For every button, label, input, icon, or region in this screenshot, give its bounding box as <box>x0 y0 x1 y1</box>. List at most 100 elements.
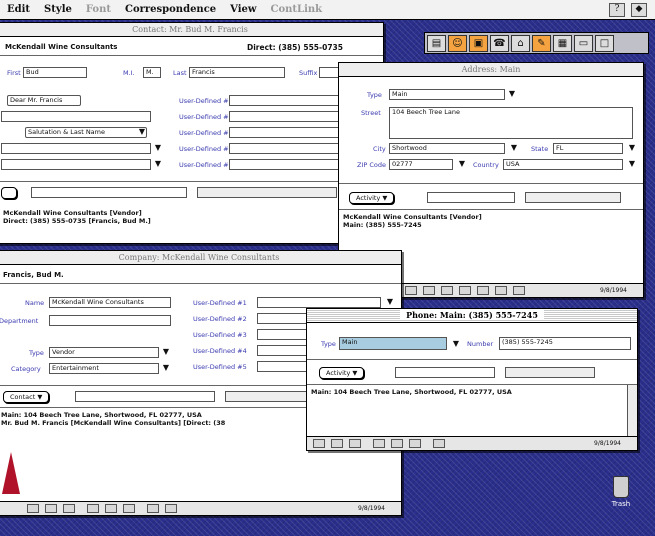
status-icon[interactable] <box>147 504 159 513</box>
status-icon[interactable] <box>409 439 421 448</box>
address-window-titlebar[interactable]: Address: Main <box>339 63 643 77</box>
phone-type-field[interactable]: Main <box>339 337 447 350</box>
trash-icon[interactable]: Trash <box>606 476 636 520</box>
contact-field-b[interactable] <box>1 143 151 154</box>
address-icon[interactable]: ⌂ <box>511 35 530 52</box>
salutation-button[interactable]: Dear Mr. Francis <box>7 95 81 106</box>
menu-contlink[interactable]: ContLink <box>264 4 330 15</box>
chevron-down-icon[interactable]: ▼ <box>627 159 637 169</box>
contact-window-titlebar[interactable]: Contact: Mr. Bud M. Francis <box>0 23 383 37</box>
company-contact-button[interactable]: Contact ▼ <box>3 391 50 403</box>
category-label: Category <box>11 365 41 373</box>
status-icon[interactable] <box>441 286 453 295</box>
status-icon[interactable] <box>513 286 525 295</box>
phone-scrollbar[interactable] <box>627 385 637 436</box>
company-activity-field[interactable] <box>75 391 215 402</box>
status-icon[interactable] <box>27 504 39 513</box>
state-field[interactable]: FL <box>553 143 623 154</box>
department-label: Department <box>0 317 39 325</box>
company-status-bar: 9/8/1994 <box>0 501 401 515</box>
user-defined-3-field[interactable] <box>229 127 349 138</box>
menu-correspondence[interactable]: Correspondence <box>118 4 223 15</box>
menu-font[interactable]: Font <box>79 4 118 15</box>
contact-activity-field[interactable] <box>31 187 187 198</box>
status-icon[interactable] <box>373 439 385 448</box>
phone-number-label: Number <box>467 340 494 348</box>
company-user-defined-1-field[interactable] <box>257 297 381 308</box>
phone-number-field[interactable]: (385) 555-7245 <box>499 337 631 350</box>
country-field[interactable]: USA <box>503 159 623 170</box>
status-icon[interactable] <box>495 286 507 295</box>
company-icon[interactable]: ▣ <box>469 35 488 52</box>
status-icon[interactable] <box>433 439 445 448</box>
status-icon[interactable] <box>63 504 75 513</box>
status-icon[interactable] <box>45 504 57 513</box>
status-icon[interactable] <box>349 439 361 448</box>
user-defined-1-field[interactable] <box>229 95 349 106</box>
phone-icon[interactable]: ☎ <box>490 35 509 52</box>
phone-window-titlebar[interactable]: Phone: Main: (385) 555-7245 <box>307 309 637 323</box>
menu-view[interactable]: View <box>223 4 263 15</box>
status-icon[interactable] <box>423 286 435 295</box>
chevron-down-icon[interactable]: ▼ <box>385 297 395 307</box>
chevron-down-icon[interactable]: ▼ <box>137 127 147 137</box>
user-defined-5-field[interactable] <box>229 159 349 170</box>
status-icon[interactable] <box>165 504 177 513</box>
city-field[interactable]: Shortwood <box>389 143 505 154</box>
salutation-popup[interactable]: Salutation & Last Name <box>25 127 147 138</box>
chevron-down-icon[interactable]: ▼ <box>507 89 517 99</box>
zip-field[interactable]: 02777 <box>389 159 453 170</box>
address-activity-button[interactable]: Activity ▼ <box>349 192 395 204</box>
first-field[interactable]: Bud <box>23 67 87 78</box>
address-type-field[interactable]: Main <box>389 89 505 100</box>
contact-field-c[interactable] <box>1 159 151 170</box>
note-icon[interactable]: ✎ <box>532 35 551 52</box>
status-icon[interactable] <box>105 504 117 513</box>
status-icon[interactable] <box>87 504 99 513</box>
address-date: 9/8/1994 <box>600 287 627 294</box>
chevron-down-icon[interactable]: ▼ <box>153 143 163 153</box>
contact-field-a[interactable] <box>1 111 151 122</box>
mi-field[interactable]: M. <box>143 67 161 78</box>
company-user-defined-5-label: User-Defined #5 <box>193 363 247 371</box>
help-icon[interactable]: ? <box>609 2 625 17</box>
contact-icon[interactable]: ☺ <box>448 35 467 52</box>
chevron-down-icon[interactable]: ▼ <box>161 347 171 357</box>
company-window-titlebar[interactable]: Company: McKendall Wine Consultants <box>0 251 401 265</box>
street-field[interactable]: 104 Beech Tree Lane <box>389 107 633 139</box>
company-name-field[interactable]: McKendall Wine Consultants <box>49 297 171 308</box>
menu-edit[interactable]: Edit <box>0 4 37 15</box>
status-icon[interactable] <box>123 504 135 513</box>
app-icon[interactable]: ◆ <box>631 2 647 17</box>
print-icon[interactable]: ▭ <box>574 35 593 52</box>
user-defined-2-label: User-Defined #2 <box>179 113 233 121</box>
category-field[interactable]: Entertainment <box>49 363 159 374</box>
chevron-down-icon[interactable]: ▼ <box>509 143 519 153</box>
phone-activity-field[interactable] <box>395 367 495 378</box>
window-icon[interactable]: □ <box>595 35 614 52</box>
department-field[interactable] <box>49 315 171 326</box>
layout-icon[interactable]: ▦ <box>553 35 572 52</box>
status-icon[interactable] <box>477 286 489 295</box>
chevron-down-icon[interactable]: ▼ <box>161 363 171 373</box>
chevron-down-icon[interactable]: ▼ <box>153 159 163 169</box>
user-defined-2-field[interactable] <box>229 111 349 122</box>
company-type-field[interactable]: Vendor <box>49 347 159 358</box>
phone-activity-button[interactable]: Activity ▼ <box>319 367 365 379</box>
chevron-down-icon[interactable]: ▼ <box>457 159 467 169</box>
rolodex-icon[interactable]: ▤ <box>427 35 446 52</box>
status-icon[interactable] <box>331 439 343 448</box>
city-label: City <box>373 145 386 153</box>
status-icon[interactable] <box>459 286 471 295</box>
menu-style[interactable]: Style <box>37 4 79 15</box>
chevron-down-icon[interactable]: ▼ <box>627 143 637 153</box>
address-activity-field[interactable] <box>427 192 515 203</box>
status-icon[interactable] <box>313 439 325 448</box>
contact-activity-button[interactable] <box>1 187 17 199</box>
chevron-down-icon[interactable]: ▼ <box>451 339 461 349</box>
company-memo-line-2: Mr. Bud M. Francis [McKendall Wine Consu… <box>1 419 226 427</box>
user-defined-4-field[interactable] <box>229 143 349 154</box>
status-icon[interactable] <box>391 439 403 448</box>
status-icon[interactable] <box>405 286 417 295</box>
last-field[interactable]: Francis <box>189 67 285 78</box>
